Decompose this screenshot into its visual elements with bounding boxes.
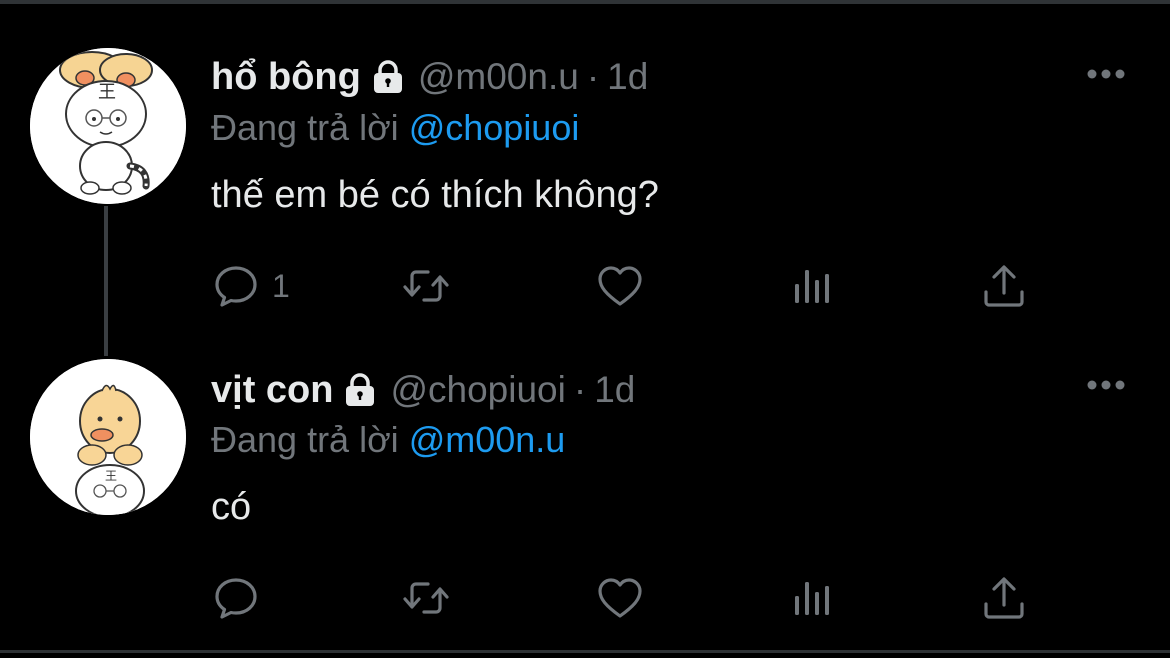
reply-count: 1 [272, 267, 290, 304]
retweet-icon [403, 582, 449, 614]
replying-to: Đang trả lời @m00n.u [211, 419, 565, 461]
reply-button[interactable] [212, 573, 272, 623]
separator-dot: · [586, 56, 600, 97]
tweet[interactable]: 王 hổ bông @m00n.u · 1d Đang trả lời @cho… [0, 0, 1170, 310]
views-button[interactable] [788, 261, 836, 311]
replying-prefix: Đang trả lời [211, 107, 399, 148]
like-button[interactable] [596, 573, 644, 623]
avatar[interactable]: 王 [30, 48, 186, 204]
replying-to: Đang trả lời @chopiuoi [211, 107, 579, 149]
replying-prefix: Đang trả lời [211, 419, 399, 460]
action-bar [212, 573, 1042, 623]
tweet-text: có [211, 486, 252, 528]
retweet-button[interactable] [402, 261, 450, 311]
lock-icon [342, 372, 378, 408]
bottom-divider [0, 650, 1170, 653]
reply-icon [215, 578, 257, 619]
retweet-icon [403, 270, 449, 302]
action-bar: 1 [212, 261, 1042, 311]
share-button[interactable] [980, 261, 1028, 311]
separator-dot: · [573, 369, 587, 410]
display-name[interactable]: hổ bông [211, 56, 361, 99]
tweet-header: vịt con @chopiuoi · 1d [211, 365, 635, 415]
views-icon [795, 582, 829, 615]
tweet-text: thế em bé có thích không? [211, 174, 659, 216]
lock-icon [370, 59, 406, 95]
like-button[interactable] [596, 261, 644, 311]
tiger-cartoon-avatar: 王 [30, 48, 186, 204]
like-icon [598, 578, 642, 618]
share-icon [984, 265, 1024, 307]
tweet-header: hổ bông @m00n.u · 1d [211, 52, 648, 102]
replying-mention-link[interactable]: @m00n.u [409, 419, 566, 460]
display-name[interactable]: vịt con [211, 369, 333, 412]
timestamp[interactable]: 1d [594, 369, 635, 411]
views-icon [795, 270, 829, 303]
timestamp[interactable]: 1d [607, 56, 648, 98]
handle[interactable]: @m00n.u [418, 56, 579, 98]
retweet-button[interactable] [402, 573, 450, 623]
reply-button[interactable]: 1 [212, 261, 290, 311]
reply-icon [215, 266, 257, 307]
svg-text:王: 王 [98, 82, 116, 103]
svg-text:王: 王 [105, 469, 117, 483]
avatar[interactable]: 王 [30, 359, 186, 515]
handle[interactable]: @chopiuoi [390, 369, 565, 411]
share-button[interactable] [980, 573, 1028, 623]
views-button[interactable] [788, 573, 836, 623]
duck-cartoon-avatar: 王 [30, 359, 186, 515]
more-options-icon[interactable] [1086, 68, 1126, 80]
tweet[interactable]: 王 vịt con @chopiuoi · 1d Đang trả lời @m… [0, 310, 1170, 620]
replying-mention-link[interactable]: @chopiuoi [409, 107, 580, 148]
share-icon [984, 577, 1024, 619]
more-options-icon[interactable] [1086, 379, 1126, 391]
like-icon [598, 266, 642, 306]
